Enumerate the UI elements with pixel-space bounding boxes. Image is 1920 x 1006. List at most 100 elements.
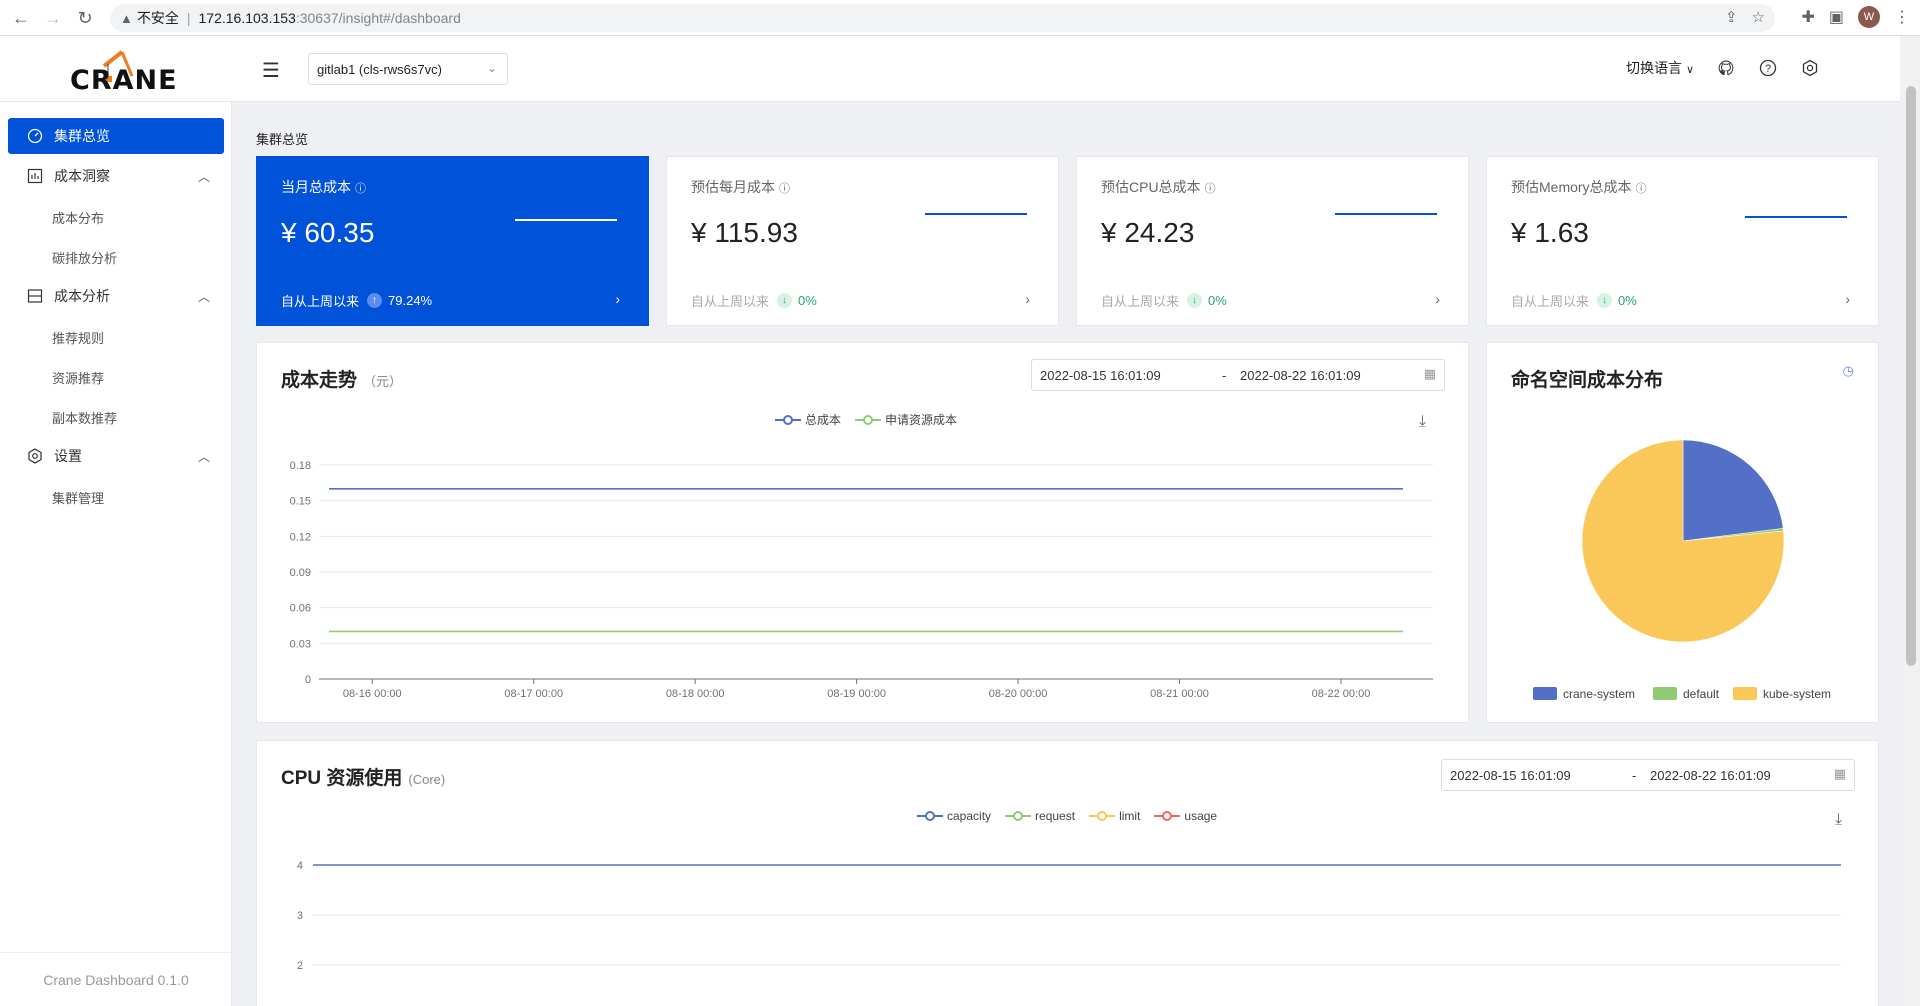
sidebar-item-replica-recommend[interactable]: 副本数推荐 [52, 408, 117, 427]
legend-swatch [1653, 687, 1677, 700]
y-tick-label: 0.09 [290, 567, 311, 579]
page-title: 集群总览 [256, 132, 309, 147]
kpi-foot-label: 自从上周以来 [1101, 294, 1180, 309]
x-tick-label: 08-21 00:00 [1150, 688, 1209, 700]
sidebar-item-cluster-management[interactable]: 集群管理 [52, 488, 104, 507]
y-tick-label: 0.12 [290, 531, 311, 543]
share-icon[interactable]: ⇪ [1725, 8, 1738, 26]
y-tick-label: 0.03 [290, 638, 311, 650]
logo-text: CRANE [70, 65, 178, 96]
kpi-card-cpu-estimate[interactable]: 预估CPU总成本 ⓘ ¥ 24.23 自从上周以来 ↓ 0% › [1076, 156, 1469, 326]
chevron-up-icon: ︿ [197, 450, 210, 464]
legend-label: kube-system [1763, 687, 1831, 701]
crane-logo[interactable]: CRANE [70, 46, 177, 96]
bookmark-star-icon[interactable]: ☆ [1752, 8, 1765, 26]
x-tick-label: 08-22 00:00 [1312, 688, 1371, 700]
trend-down-icon: ↓ [1187, 293, 1203, 308]
x-tick-label: 08-16 00:00 [343, 688, 402, 700]
cpu-usage-chart: 2 3 4 [297, 860, 1841, 972]
menu-toggle-icon[interactable]: ☰ [262, 58, 280, 83]
sidebar-item-recommend-rules[interactable]: 推荐规则 [52, 328, 104, 347]
legend-label: default [1683, 687, 1720, 701]
cluster-select[interactable]: gitlab1 (cls-rws6s7vc) ⌄ [308, 53, 508, 85]
profile-avatar[interactable]: W [1858, 6, 1880, 28]
y-tick-label: 0 [305, 674, 311, 686]
list-icon [26, 287, 44, 305]
chevron-right-icon[interactable]: › [615, 291, 620, 307]
kpi-sparkline [1745, 216, 1847, 218]
help-icon[interactable]: ? [1758, 58, 1778, 78]
forward-icon[interactable]: → [38, 3, 68, 33]
cluster-select-value: gitlab1 (cls-rws6s7vc) [317, 61, 442, 77]
gear-icon [26, 447, 44, 465]
kpi-sparkline [1335, 213, 1437, 215]
kpi-percent: 79.24% [388, 293, 433, 308]
kpi-title: 预估CPU总成本 [1101, 179, 1201, 195]
kpi-percent: 0% [798, 293, 817, 308]
reload-icon[interactable]: ↻ [70, 3, 100, 33]
chevron-up-icon: ︿ [197, 170, 210, 184]
namespace-cost-card: 命名空间成本分布 ◷ crane-system default kube-syste… [1486, 342, 1879, 723]
sidebar-item-resource-recommend[interactable]: 资源推荐 [52, 368, 104, 387]
info-icon[interactable]: ⓘ [355, 183, 366, 195]
sidebar-item-label: 成本分析 [54, 288, 110, 304]
scrollbar-thumb[interactable] [1906, 86, 1916, 666]
chart-icon [26, 167, 44, 185]
chevron-right-icon[interactable]: › [1435, 291, 1440, 307]
address-bar[interactable]: ▲ 不安全 | 172.16.103.153:30637/insight#/da… [110, 4, 1775, 32]
kpi-title: 预估Memory总成本 [1511, 179, 1632, 195]
browser-menu-icon[interactable]: ⋮ [1894, 7, 1910, 27]
legend-swatch [1733, 687, 1757, 700]
sidebar-item-cost-insight[interactable]: 成本洞察 ︿ [8, 158, 224, 194]
language-label: 切换语言 [1626, 60, 1683, 76]
back-icon[interactable]: ← [6, 3, 36, 33]
github-icon[interactable] [1716, 58, 1736, 78]
chevron-right-icon[interactable]: › [1025, 291, 1030, 307]
cost-trend-card: 成本走势 （元） 2022-08-15 16:01:09 - 2022-08-22… [256, 342, 1469, 723]
address-separator: | [186, 10, 191, 26]
dashboard-icon [26, 127, 44, 145]
x-tick-label: 08-17 00:00 [504, 688, 563, 700]
kpi-value: ¥ 60.35 [281, 217, 375, 248]
y-tick-label: 2 [297, 960, 303, 972]
cpu-usage-card: CPU 资源使用 (Core) 2022-08-15 16:01:09 - 202… [256, 740, 1879, 1006]
browser-toolbar: ← → ↻ ▲ 不安全 | 172.16.103.153:30637/insig… [0, 0, 1920, 36]
kpi-card-monthly-total[interactable]: 当月总成本 ⓘ ¥ 60.35 自从上周以来 ↑ 79.24% › [256, 156, 649, 326]
legend-swatch [1533, 687, 1557, 700]
chevron-right-icon[interactable]: › [1845, 291, 1850, 307]
sidebar-item-label: 设置 [54, 448, 82, 464]
extensions-icon[interactable]: ✚ [1801, 7, 1814, 27]
info-icon[interactable]: ⓘ [779, 183, 790, 195]
info-icon[interactable]: ⓘ [1636, 183, 1647, 195]
y-tick-label: 0.15 [290, 496, 311, 508]
settings-gear-icon[interactable] [1800, 58, 1820, 78]
language-switch[interactable]: 切换语言 ∨ [1626, 58, 1694, 78]
url-path: :30637/insight#/dashboard [295, 10, 461, 26]
sidebar-item-cost-distribution[interactable]: 成本分布 [52, 208, 104, 227]
kpi-percent: 0% [1208, 293, 1227, 308]
kpi-card-monthly-estimate[interactable]: 预估每月成本 ⓘ ¥ 115.93 自从上周以来 ↓ 0% › [666, 156, 1059, 326]
warning-icon: ▲ [120, 10, 133, 26]
sidebar-item-label: 成本洞察 [54, 168, 110, 184]
kpi-card-memory-estimate[interactable]: 预估Memory总成本 ⓘ ¥ 1.63 自从上周以来 ↓ 0% › [1486, 156, 1879, 326]
sidebar-item-settings[interactable]: 设置 ︿ [8, 438, 224, 474]
cost-trend-chart: 0 0.03 0.06 0.09 0.12 0.15 0.18 08-16 00:00 08-1… [290, 460, 1433, 700]
sidebar-item-carbon-analysis[interactable]: 碳排放分析 [52, 248, 117, 267]
kpi-title: 预估每月成本 [691, 179, 775, 195]
dashboard-version: Crane Dashboard 0.1.0 [0, 952, 232, 1006]
kpi-foot-label: 自从上周以来 [281, 294, 360, 309]
chevron-down-icon: ⌄ [486, 61, 497, 75]
x-tick-label: 08-20 00:00 [989, 688, 1048, 700]
page-scrollbar[interactable] [1900, 36, 1920, 1006]
sidebar-item-cluster-overview[interactable]: 集群总览 [8, 118, 224, 154]
namespace-pie-chart: crane-system default kube-system [1533, 439, 1831, 701]
kpi-title: 当月总成本 [281, 179, 351, 195]
insecure-label: 不安全 [136, 10, 179, 26]
x-tick-label: 08-18 00:00 [666, 688, 725, 700]
info-icon[interactable]: ⓘ [1205, 183, 1216, 195]
side-panel-icon[interactable]: ▣ [1829, 7, 1844, 27]
kpi-sparkline [925, 213, 1027, 215]
sidebar-item-cost-analysis[interactable]: 成本分析 ︿ [8, 278, 224, 314]
y-tick-label: 3 [297, 910, 303, 922]
svg-text:?: ? [1765, 63, 1771, 75]
